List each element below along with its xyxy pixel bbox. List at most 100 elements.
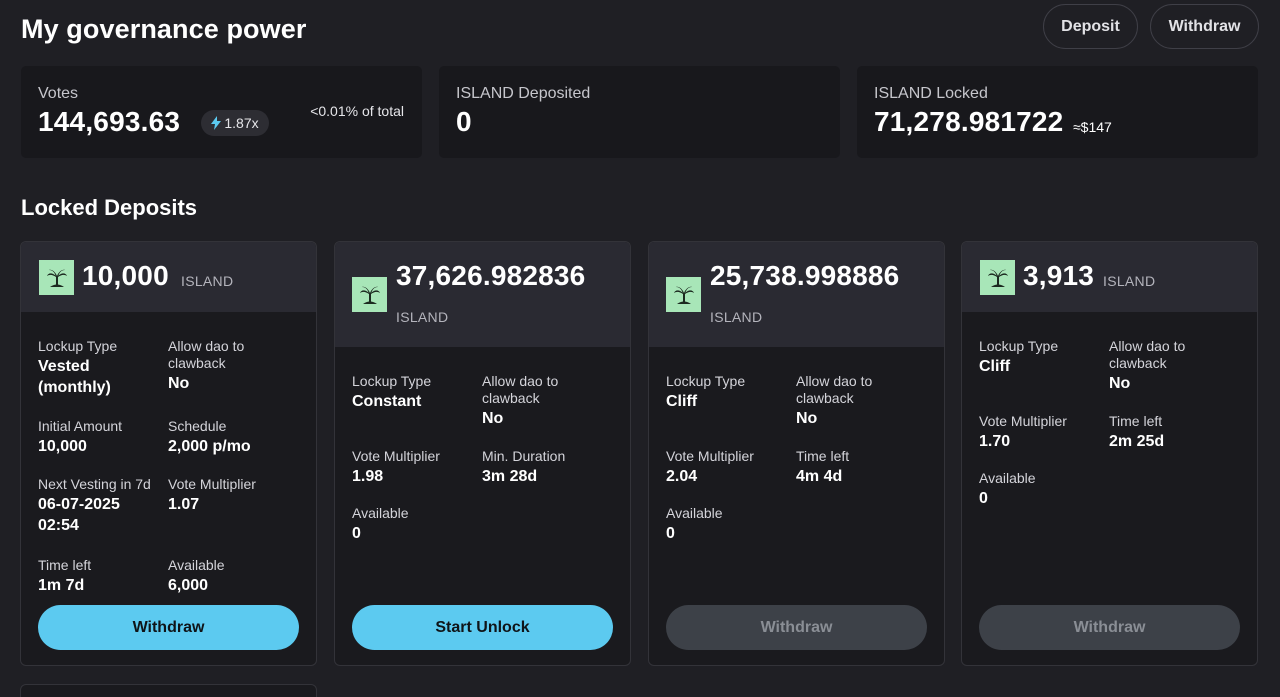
field-label: Available: [666, 505, 723, 521]
field-lockup-type: Lockup Type Constant: [352, 373, 477, 412]
field-value: 06-07-2025 02:54: [38, 496, 120, 534]
boost-value: 1.87x: [224, 115, 259, 131]
governance-page: My governance power Deposit Withdraw Vot…: [0, 0, 1280, 697]
field-label: Allow dao to clawback: [482, 373, 559, 406]
field-value: 4m 4d: [796, 468, 843, 485]
deposit-card-header: 25,738.998886 ISLAND: [649, 242, 944, 347]
field-label: Lockup Type: [352, 373, 432, 389]
field-label: Lockup Type: [38, 338, 118, 354]
field-available: Available 6,000: [168, 557, 293, 596]
field-label: Vote Multiplier: [168, 476, 256, 492]
field-value: 6,000: [168, 577, 209, 594]
field-clawback: Allow dao to clawback No: [168, 338, 293, 394]
page-title: My governance power: [21, 14, 307, 44]
field-available: Available 0: [666, 505, 791, 544]
field-label: Vote Multiplier: [979, 413, 1067, 429]
field-value: Cliff: [666, 393, 698, 410]
field-next-vesting: Next Vesting in 7d 06-07-2025 02:54: [38, 476, 168, 536]
deposit-card: 37,626.982836 ISLAND Lockup Type Constan…: [334, 241, 631, 666]
deposit-card: 10,000 ISLAND Lockup Type Vested (monthl…: [20, 241, 317, 666]
field-label: Available: [352, 505, 409, 521]
start-unlock-button[interactable]: Start Unlock: [352, 605, 613, 650]
field-value: 2,000 p/mo: [168, 438, 251, 455]
field-label: Allow dao to clawback: [796, 373, 873, 406]
field-label: Schedule: [168, 418, 227, 434]
field-label: Lockup Type: [666, 373, 746, 389]
section-title: Locked Deposits: [21, 195, 198, 220]
deposit-card-header: 37,626.982836 ISLAND: [335, 242, 630, 347]
locked-label: ISLAND Locked: [874, 85, 988, 102]
field-lockup-type: Lockup Type Cliff: [666, 373, 791, 412]
field-label: Vote Multiplier: [666, 448, 754, 464]
field-value: 0: [352, 525, 361, 542]
deposit-card-partial: [20, 684, 317, 697]
field-label: Allow dao to clawback: [168, 338, 245, 371]
deposit-amount: 37,626.982836: [396, 260, 586, 291]
field-label: Lockup Type: [979, 338, 1059, 354]
deposit-card-header: 3,913 ISLAND: [962, 242, 1257, 312]
field-available: Available 0: [979, 470, 1104, 509]
field-label: Initial Amount: [38, 418, 123, 434]
field-label: Next Vesting in 7d: [38, 476, 151, 492]
field-min-duration: Min. Duration 3m 28d: [482, 448, 607, 487]
deposited-label: ISLAND Deposited: [456, 85, 591, 102]
palm-tree-icon: [980, 260, 1015, 295]
locked-value: 71,278.981722: [874, 106, 1064, 137]
field-label: Time left: [38, 557, 92, 573]
field-time-left: Time left 2m 25d: [1109, 413, 1234, 452]
lightning-icon: [211, 116, 222, 130]
votes-card: Votes 144,693.63 1.87x <0.01% of total: [21, 66, 422, 158]
field-clawback: Allow dao to clawback No: [1109, 338, 1234, 394]
locked-card: ISLAND Locked 71,278.981722 ≈$147: [857, 66, 1258, 158]
field-schedule: Schedule 2,000 p/mo: [168, 418, 293, 457]
deposit-card: 3,913 ISLAND Lockup Type Cliff Allow dao…: [961, 241, 1258, 666]
deposit-unit: ISLAND: [710, 309, 763, 325]
field-vote-multiplier: Vote Multiplier 1.98: [352, 448, 477, 487]
field-label: Allow dao to clawback: [1109, 338, 1186, 371]
field-time-left: Time left 1m 7d: [38, 557, 163, 596]
field-label: Time left: [796, 448, 850, 464]
field-value: 2.04: [666, 468, 698, 485]
withdraw-button[interactable]: Withdraw: [1150, 4, 1259, 49]
field-value: 2m 25d: [1109, 433, 1165, 450]
deposit-button[interactable]: Deposit: [1043, 4, 1138, 49]
field-initial-amount: Initial Amount 10,000: [38, 418, 163, 457]
field-value: 10,000: [38, 438, 87, 455]
locked-usd-value: ≈$147: [1073, 119, 1112, 135]
vote-boost-badge: 1.87x: [201, 110, 269, 136]
field-value: 1m 7d: [38, 577, 85, 594]
field-clawback: Allow dao to clawback No: [482, 373, 607, 429]
field-value: No: [796, 410, 818, 427]
votes-value: 144,693.63: [38, 106, 181, 137]
palm-tree-icon: [666, 277, 701, 312]
field-value: Cliff: [979, 358, 1011, 375]
field-label: Available: [168, 557, 225, 573]
field-available: Available 0: [352, 505, 477, 544]
deposited-card: ISLAND Deposited 0: [439, 66, 840, 158]
withdraw-deposit-button[interactable]: Withdraw: [979, 605, 1240, 650]
field-lockup-type: Lockup Type Vested (monthly): [38, 338, 163, 398]
deposited-value: 0: [456, 106, 472, 137]
field-value: Constant: [352, 393, 422, 410]
votes-label: Votes: [38, 85, 79, 102]
field-value: Vested (monthly): [38, 358, 111, 396]
deposit-card: 25,738.998886 ISLAND Lockup Type Cliff A…: [648, 241, 945, 666]
field-value: 0: [666, 525, 675, 542]
field-vote-multiplier: Vote Multiplier 2.04: [666, 448, 791, 487]
field-label: Available: [979, 470, 1036, 486]
field-vote-multiplier: Vote Multiplier 1.70: [979, 413, 1104, 452]
deposit-amount: 25,738.998886: [710, 260, 900, 291]
withdraw-deposit-button[interactable]: Withdraw: [666, 605, 927, 650]
deposit-unit: ISLAND: [396, 309, 449, 325]
deposit-unit: ISLAND: [1103, 273, 1156, 289]
field-vote-multiplier: Vote Multiplier 1.07: [168, 476, 293, 515]
deposit-amount: 10,000: [82, 260, 169, 291]
deposit-amount: 3,913: [1023, 260, 1095, 291]
field-time-left: Time left 4m 4d: [796, 448, 921, 487]
field-value: 1.98: [352, 468, 384, 485]
withdraw-deposit-button[interactable]: Withdraw: [38, 605, 299, 650]
field-value: 1.07: [168, 496, 200, 513]
field-value: 1.70: [979, 433, 1011, 450]
deposit-unit: ISLAND: [181, 273, 234, 289]
votes-share: <0.01% of total: [310, 103, 404, 119]
